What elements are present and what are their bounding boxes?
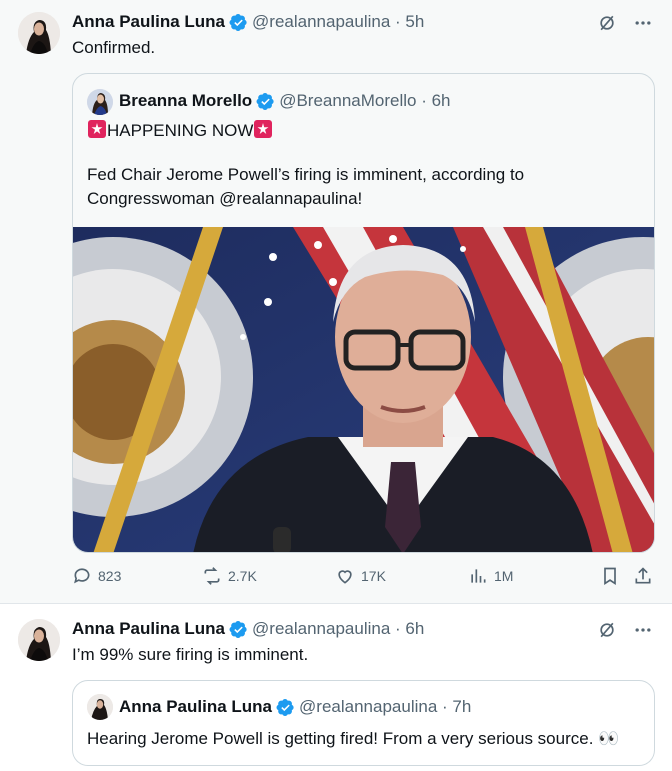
author-name[interactable]: Anna Paulina Luna	[72, 619, 225, 639]
grok-icon[interactable]	[596, 12, 618, 34]
author-name[interactable]: Anna Paulina Luna	[72, 12, 225, 32]
share-icon	[635, 567, 651, 584]
repost-count: 2.7K	[228, 568, 257, 584]
handle-and-time[interactable]: @realannapaulina · 6h	[252, 619, 424, 639]
author-avatar[interactable]	[18, 619, 60, 661]
author-avatar[interactable]	[18, 12, 60, 54]
reply-button[interactable]: 823	[72, 566, 121, 586]
quoted-tweet-header: Anna Paulina Luna @realannapaulina · 7h	[119, 696, 471, 718]
handle-and-time[interactable]: @realannapaulina · 5h	[252, 12, 424, 32]
tweet-text: I’m 99% sure firing is imminent.	[72, 645, 309, 664]
more-options-icon[interactable]	[632, 12, 654, 34]
reply-icon	[74, 568, 90, 584]
repost-button[interactable]: 2.7K	[202, 566, 257, 586]
quoted-handle-and-time[interactable]: @BreannaMorello · 6h	[279, 91, 450, 111]
tweet-top-icons	[596, 12, 654, 34]
analytics-icon	[471, 569, 486, 583]
verified-badge-icon	[229, 620, 248, 639]
quoted-body-line-1: Fed Chair Jerome Powell’s firing is immi…	[87, 165, 525, 184]
verified-badge-icon	[256, 92, 275, 111]
quoted-photo[interactable]	[73, 227, 654, 552]
tweet-header: Anna Paulina Luna @realannapaulina · 6h	[72, 618, 424, 640]
bookmark-icon	[604, 567, 616, 586]
headline-text: HAPPENING NOW	[107, 121, 254, 140]
siren-icon	[87, 119, 107, 139]
grok-icon[interactable]	[596, 619, 618, 641]
tweet-top-icons	[596, 619, 654, 641]
view-count: 1M	[494, 568, 514, 584]
quoted-headline: HAPPENING NOW	[87, 119, 273, 143]
tweet-actions: 823 2.7K 17K 1M	[72, 566, 655, 590]
quoted-author-avatar[interactable]	[87, 89, 113, 115]
like-button[interactable]: 17K	[335, 566, 386, 586]
quoted-author-avatar[interactable]	[87, 694, 113, 720]
share-button[interactable]	[633, 566, 653, 586]
more-options-icon[interactable]	[632, 619, 654, 641]
quoted-handle-and-time[interactable]: @realannapaulina · 7h	[299, 697, 471, 717]
repost-icon	[204, 567, 220, 585]
verified-badge-icon	[276, 698, 295, 717]
reply-count: 823	[98, 568, 122, 584]
siren-icon	[253, 119, 273, 139]
tweet-text: Confirmed.	[72, 38, 156, 57]
tweet-1[interactable]: Anna Paulina Luna @realannapaulina · 5h …	[0, 0, 672, 604]
quoted-body-line-2: Congresswoman @realannapaulina!	[87, 189, 363, 208]
tweet-2[interactable]: Anna Paulina Luna @realannapaulina · 6h …	[0, 605, 672, 771]
quoted-author-name[interactable]: Anna Paulina Luna	[119, 697, 272, 717]
verified-badge-icon	[229, 13, 248, 32]
quoted-body: Hearing Jerome Powell is getting fired! …	[87, 729, 620, 748]
bookmark-button[interactable]	[600, 566, 620, 586]
quoted-tweet-header: Breanna Morello @BreannaMorello · 6h	[119, 90, 451, 112]
quoted-tweet[interactable]: Breanna Morello @BreannaMorello · 6h HAP…	[72, 73, 655, 553]
tweet-header: Anna Paulina Luna @realannapaulina · 5h	[72, 11, 424, 33]
quoted-tweet[interactable]: Anna Paulina Luna @realannapaulina · 7h …	[72, 680, 655, 766]
views-button[interactable]: 1M	[468, 566, 513, 586]
quoted-author-name[interactable]: Breanna Morello	[119, 91, 252, 111]
like-count: 17K	[361, 568, 386, 584]
heart-icon	[338, 570, 352, 584]
